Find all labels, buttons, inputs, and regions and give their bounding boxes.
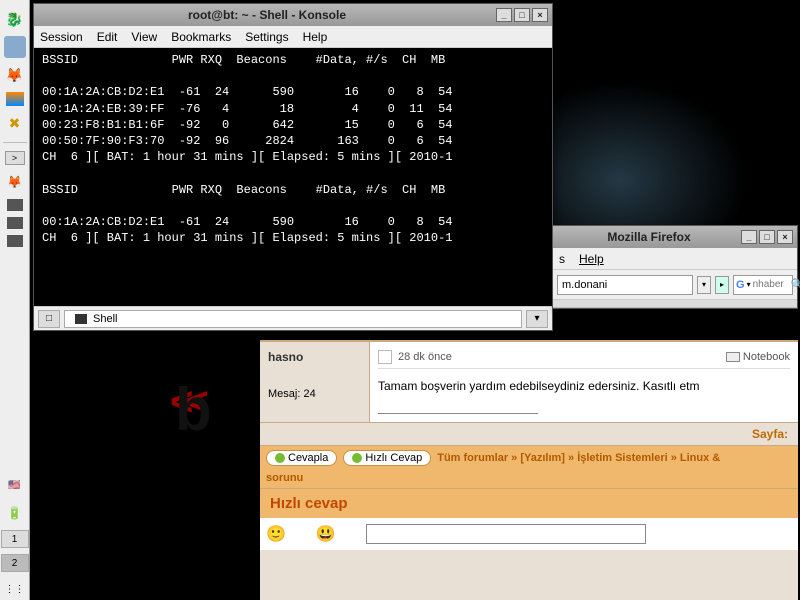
post-username[interactable]: hasno — [268, 350, 361, 364]
quick-reply-header: Hızlı cevap — [260, 488, 798, 518]
tray-extra-icon[interactable]: ⋮⋮ — [4, 578, 26, 600]
menu-help[interactable]: Help — [303, 30, 328, 44]
shell-tab[interactable]: Shell — [64, 310, 522, 328]
show-desktop-icon[interactable]: > — [5, 151, 25, 165]
desktop-switcher-1[interactable]: 1 — [1, 530, 29, 548]
backtrack-logo: b — [175, 375, 212, 444]
minimize-button[interactable]: _ — [741, 230, 757, 244]
firefox-separator — [553, 300, 797, 308]
reply-button[interactable]: Cevapla — [266, 450, 337, 466]
tab-menu-button[interactable]: ▾ — [526, 310, 548, 328]
close-button[interactable]: × — [532, 8, 548, 22]
firefox-title: Mozilla Firefox — [557, 230, 741, 244]
battery-icon[interactable]: 🔋 — [4, 502, 26, 524]
search-dropdown-icon[interactable]: ▾ — [747, 280, 751, 289]
reply-textarea[interactable] — [366, 524, 646, 544]
smiley-icon-1[interactable]: 🙂 — [266, 524, 286, 544]
notebook-icon — [726, 352, 740, 362]
taskbar-app-4[interactable]: ✖ — [4, 112, 26, 134]
desktop-switcher-2[interactable]: 2 — [1, 554, 29, 572]
post-icon — [378, 350, 392, 364]
konsole-titlebar[interactable]: root@bt: ~ - Shell - Konsole _ □ × — [34, 4, 552, 26]
action-bar: Cevapla Hızlı Cevap Tüm forumlar » [Yazı… — [260, 445, 798, 488]
firefox-toolbar: m.donani ▾ ▸ G▾ 🔍 — [553, 270, 797, 300]
forum-post: hasno Mesaj: 24 28 dk önce Notebook Tama… — [260, 340, 798, 422]
search-box[interactable]: G▾ 🔍 — [733, 275, 793, 295]
firefox-titlebar[interactable]: Mozilla Firefox _ □ × — [553, 226, 797, 248]
url-text: m.donani — [562, 279, 607, 291]
go-button[interactable]: ▸ — [715, 276, 729, 294]
tray-icon-1[interactable] — [7, 199, 23, 211]
maximize-button[interactable]: □ — [759, 230, 775, 244]
menu-session[interactable]: Session — [40, 30, 83, 44]
post-user-cell: hasno Mesaj: 24 — [260, 342, 370, 422]
url-dropdown-icon[interactable]: ▾ — [697, 276, 711, 294]
start-menu-icon[interactable]: 🐉 — [4, 8, 26, 30]
terminal-icon — [75, 314, 87, 324]
smiley-icon-2[interactable]: 😃 — [316, 524, 336, 544]
menu-partial[interactable]: s — [559, 252, 565, 266]
firefox-window: Mozilla Firefox _ □ × s Help m.donani ▾ … — [552, 225, 798, 309]
tray-icon-2[interactable] — [7, 217, 23, 229]
search-input[interactable] — [753, 279, 789, 290]
menu-help[interactable]: Help — [579, 252, 604, 266]
url-bar[interactable]: m.donani — [557, 275, 693, 295]
pagination-bar: Sayfa: — [260, 422, 798, 445]
taskbar-app-1[interactable] — [4, 36, 26, 58]
forum-page: hasno Mesaj: 24 28 dk önce Notebook Tama… — [260, 340, 798, 600]
post-time: 28 dk önce — [398, 351, 452, 363]
reply-icon — [275, 453, 285, 463]
konsole-tab-bar: □ Shell ▾ — [34, 306, 552, 330]
menu-bookmarks[interactable]: Bookmarks — [171, 30, 231, 44]
post-text: Tamam boşverin yardım edebilseydiniz ede… — [378, 379, 790, 393]
search-go-icon[interactable]: 🔍 — [791, 278, 800, 291]
maximize-button[interactable]: □ — [514, 8, 530, 22]
firefox-menubar: s Help — [553, 248, 797, 270]
google-icon: G — [736, 279, 745, 291]
post-message-count: Mesaj: 24 — [268, 388, 361, 400]
post-body-cell: 28 dk önce Notebook Tamam boşverin yardı… — [370, 342, 798, 422]
taskbar-app-2[interactable]: 🦊 — [4, 64, 26, 86]
menu-view[interactable]: View — [131, 30, 157, 44]
terminal-output[interactable]: BSSID PWR RXQ Beacons #Data, #/s CH MB 0… — [34, 48, 552, 306]
breadcrumb[interactable]: Tüm forumlar » [Yazılım] » İşletim Siste… — [437, 452, 720, 464]
signature-separator — [378, 413, 538, 414]
taskbar-separator — [3, 142, 27, 143]
page-label: Sayfa: — [752, 427, 788, 441]
new-tab-button[interactable]: □ — [38, 310, 60, 328]
notebook-link[interactable]: Notebook — [743, 351, 790, 363]
breadcrumb-tail[interactable]: sorunu — [266, 472, 792, 484]
taskbar-app-3[interactable] — [6, 92, 24, 106]
quick-reply-area: 🙂 😃 — [260, 518, 798, 550]
close-button[interactable]: × — [777, 230, 793, 244]
quick-reply-button[interactable]: Hızlı Cevap — [343, 450, 431, 466]
keyboard-layout-icon[interactable]: 🇺🇸 — [4, 474, 26, 496]
minimize-button[interactable]: _ — [496, 8, 512, 22]
menu-settings[interactable]: Settings — [245, 30, 288, 44]
konsole-menubar: Session Edit View Bookmarks Settings Hel… — [34, 26, 552, 48]
left-taskbar: 🐉 🦊 ✖ > 🦊 🇺🇸 🔋 1 2 ⋮⋮ — [0, 0, 30, 600]
konsole-window: root@bt: ~ - Shell - Konsole _ □ × Sessi… — [33, 3, 553, 331]
quick-reply-icon — [352, 453, 362, 463]
tray-firefox-icon[interactable]: 🦊 — [4, 171, 26, 193]
menu-edit[interactable]: Edit — [97, 30, 118, 44]
tray-icon-3[interactable] — [7, 235, 23, 247]
konsole-title: root@bt: ~ - Shell - Konsole — [38, 8, 496, 22]
shell-tab-label: Shell — [93, 313, 117, 325]
